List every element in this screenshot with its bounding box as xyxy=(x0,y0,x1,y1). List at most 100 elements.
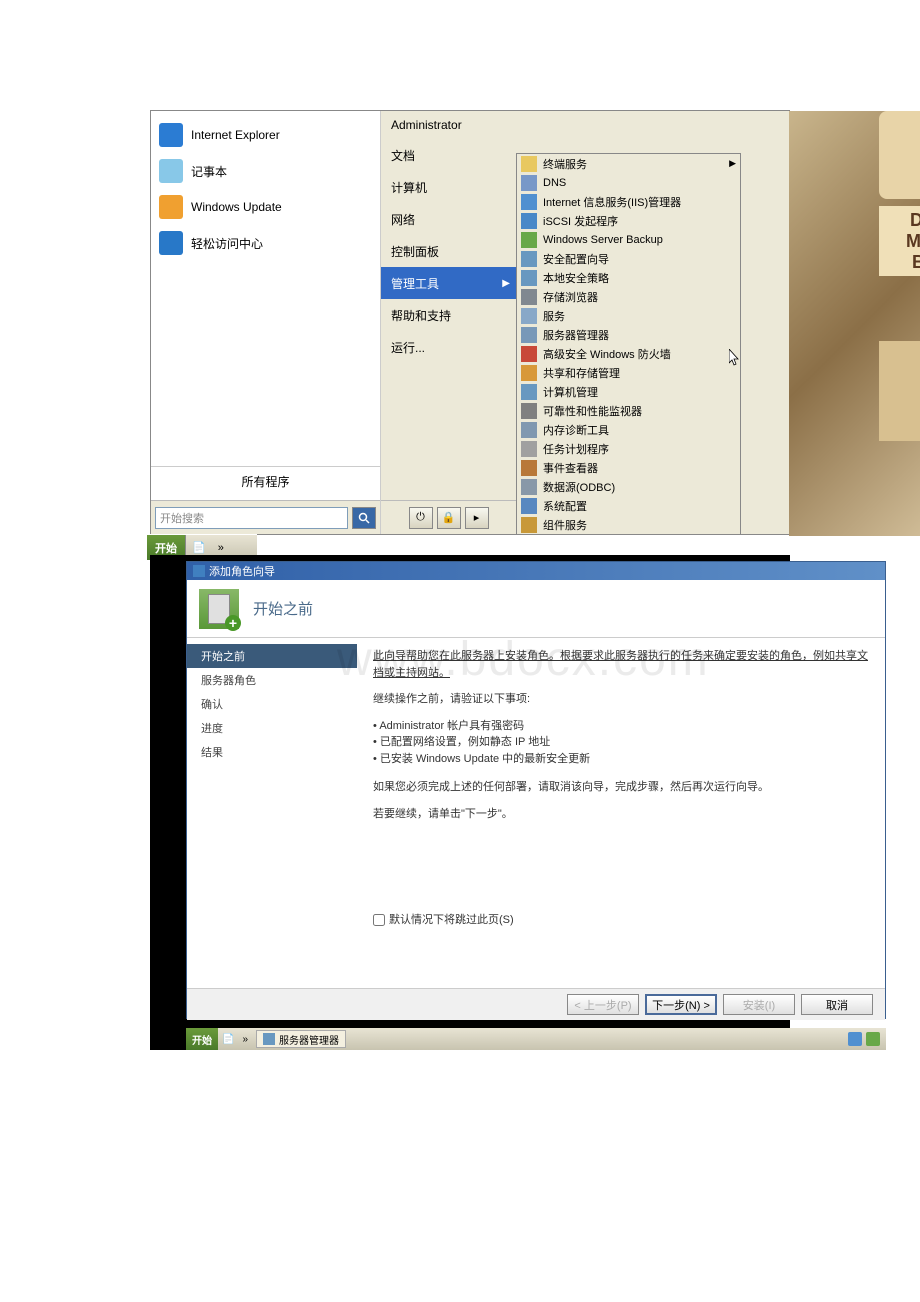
next-button[interactable]: 下一步(N) > xyxy=(645,994,717,1015)
search-icon[interactable] xyxy=(352,507,376,529)
quicklaunch-icon[interactable]: 📄 xyxy=(186,541,212,554)
start-search-input[interactable] xyxy=(155,507,348,529)
admin-tools-item[interactable]: 组件服务 xyxy=(517,515,740,534)
admin-tools-label: 内存诊断工具 xyxy=(543,422,609,438)
start-menu-item[interactable]: 控制面板 xyxy=(381,235,516,267)
taskbar: 开始 📄 » 服务器管理器 xyxy=(186,1028,886,1050)
wizard-nav-item[interactable]: 开始之前 xyxy=(187,644,357,668)
admin-tools-item[interactable]: Windows Server Backup xyxy=(517,230,740,249)
skip-page-checkbox-input[interactable] xyxy=(373,914,385,926)
power-options-row: ⏻ 🔒 ▸ xyxy=(381,500,516,534)
wizard-nav-item[interactable]: 服务器角色 xyxy=(187,668,357,692)
wizard-continue-note: 若要继续，请单击"下一步"。 xyxy=(373,806,869,823)
menu-item-label: 帮助和支持 xyxy=(391,307,451,324)
wizard-nav-item[interactable]: 进度 xyxy=(187,716,357,740)
wizard-verify-label: 继续操作之前，请验证以下事项: xyxy=(373,691,869,708)
user-name-label: Administrator xyxy=(381,111,516,139)
pinned-item-label: Windows Update xyxy=(191,200,282,214)
wizard-button-row: < 上一步(P) 下一步(N) > 安装(I) 取消 xyxy=(187,988,885,1020)
wizard-check-item: 已配置网络设置，例如静态 IP 地址 xyxy=(373,734,869,751)
start-menu-item[interactable]: 管理工具▶ xyxy=(381,267,516,299)
admin-tools-item[interactable]: 存储浏览器 xyxy=(517,287,740,306)
wizard-nav-item[interactable]: 结果 xyxy=(187,740,357,764)
admin-tools-label: Internet 信息服务(IIS)管理器 xyxy=(543,194,681,210)
admin-tools-item[interactable]: 高级安全 Windows 防火墙 xyxy=(517,344,740,363)
admin-tools-label: 任务计划程序 xyxy=(543,441,609,457)
start-menu-item[interactable]: 运行... xyxy=(381,331,516,363)
pinned-item[interactable]: 轻松访问中心 xyxy=(151,225,380,261)
start-menu-item[interactable]: 帮助和支持 xyxy=(381,299,516,331)
admin-tools-label: 组件服务 xyxy=(543,517,587,533)
shutdown-options-arrow-icon[interactable]: ▸ xyxy=(465,507,489,529)
quicklaunch-icon[interactable]: 📄 xyxy=(218,1034,238,1045)
app-icon xyxy=(159,195,183,219)
admin-tools-item[interactable]: Internet 信息服务(IIS)管理器 xyxy=(517,192,740,211)
menu-item-label: 控制面板 xyxy=(391,243,439,260)
admin-tools-item[interactable]: 数据源(ODBC) xyxy=(517,477,740,496)
admin-tools-item[interactable]: 内存诊断工具 xyxy=(517,420,740,439)
admin-tools-item[interactable]: DNS xyxy=(517,173,740,192)
admin-tools-label: 安全配置向导 xyxy=(543,251,609,267)
tool-icon xyxy=(521,156,537,172)
start-menu-left-panel: Internet Explorer记事本 Windows Update 轻松访问中心… xyxy=(151,111,381,534)
all-programs-button[interactable]: 所有程序 xyxy=(151,466,380,496)
prev-button: < 上一步(P) xyxy=(567,994,639,1015)
start-menu-item[interactable]: 计算机 xyxy=(381,171,516,203)
admin-tools-submenu: 终端服务▶ DNS Internet 信息服务(IIS)管理器iSCSI 发起程序 W… xyxy=(516,153,741,535)
admin-tools-item[interactable]: 系统配置 xyxy=(517,496,740,515)
admin-tools-label: 存储浏览器 xyxy=(543,289,598,305)
admin-tools-item[interactable]: 计算机管理 xyxy=(517,382,740,401)
admin-tools-item[interactable]: 服务器管理器 xyxy=(517,325,740,344)
tray-icon[interactable] xyxy=(848,1032,862,1046)
start-button[interactable]: 开始 xyxy=(186,1028,218,1050)
wizard-nav-item[interactable]: 确认 xyxy=(187,692,357,716)
pinned-item[interactable]: Internet Explorer xyxy=(151,117,380,153)
admin-tools-item[interactable]: 服务 xyxy=(517,306,740,325)
tool-icon xyxy=(521,460,537,476)
menu-item-label: 网络 xyxy=(391,211,415,228)
system-tray xyxy=(842,1032,886,1046)
wizard-header: 开始之前 xyxy=(187,580,885,638)
cancel-button[interactable]: 取消 xyxy=(801,994,873,1015)
tray-icon[interactable] xyxy=(866,1032,880,1046)
admin-tools-item[interactable]: 事件查看器 xyxy=(517,458,740,477)
tool-icon xyxy=(521,422,537,438)
skip-page-checkbox[interactable]: 默认情况下将跳过此页(S) xyxy=(373,912,869,929)
wizard-cancel-note: 如果您必须完成上述的任何部署，请取消该向导，完成步骤，然后再次运行向导。 xyxy=(373,779,869,796)
submenu-arrow-icon: ▶ xyxy=(502,278,510,289)
admin-tools-item[interactable]: 可靠性和性能监视器 xyxy=(517,401,740,420)
quicklaunch-chevron-icon[interactable]: » xyxy=(238,1034,252,1045)
wizard-icon xyxy=(199,589,239,629)
start-search-row xyxy=(151,500,380,534)
admin-tools-item[interactable]: 安全配置向导 xyxy=(517,249,740,268)
lock-icon[interactable]: 🔒 xyxy=(437,507,461,529)
admin-tools-item[interactable]: 共享和存储管理 xyxy=(517,363,740,382)
admin-tools-item[interactable]: 任务计划程序 xyxy=(517,439,740,458)
tool-icon xyxy=(521,308,537,324)
quicklaunch-chevron-icon[interactable]: » xyxy=(212,542,230,554)
admin-tools-label: 服务 xyxy=(543,308,565,324)
admin-tools-label: Windows Server Backup xyxy=(543,234,663,246)
tool-icon xyxy=(521,327,537,343)
wizard-check-item: Administrator 帐户具有强密码 xyxy=(373,718,869,735)
admin-tools-item[interactable]: 本地安全策略 xyxy=(517,268,740,287)
admin-tools-item[interactable]: 终端服务▶ xyxy=(517,154,740,173)
pinned-item[interactable]: 记事本 xyxy=(151,153,380,189)
start-menu-item[interactable]: 网络 xyxy=(381,203,516,235)
desktop-background: DE MO B3 xyxy=(789,111,920,536)
admin-tools-label: 系统配置 xyxy=(543,498,587,514)
admin-tools-item[interactable]: iSCSI 发起程序 xyxy=(517,211,740,230)
admin-tools-label: 事件查看器 xyxy=(543,460,598,476)
install-button: 安装(I) xyxy=(723,994,795,1015)
admin-tools-label: 计算机管理 xyxy=(543,384,598,400)
pinned-item[interactable]: Windows Update xyxy=(151,189,380,225)
power-icon[interactable]: ⏻ xyxy=(409,507,433,529)
wizard-titlebar[interactable]: 添加角色向导 xyxy=(187,562,885,580)
taskbar-task-server-manager[interactable]: 服务器管理器 xyxy=(256,1030,346,1048)
tool-icon xyxy=(521,175,537,191)
tool-icon xyxy=(521,403,537,419)
tool-icon xyxy=(521,441,537,457)
wizard-content: 此向导帮助您在此服务器上安装角色。根据要求此服务器执行的任务来确定要安装的角色，… xyxy=(357,638,885,988)
start-menu-item[interactable]: 文档 xyxy=(381,139,516,171)
admin-tools-label: DNS xyxy=(543,177,566,189)
